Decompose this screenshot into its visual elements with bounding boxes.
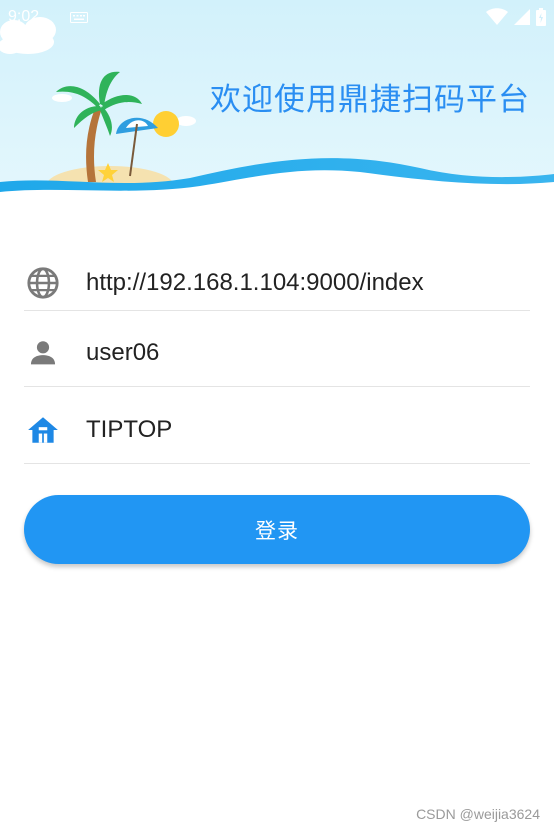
signal-icon — [514, 9, 530, 25]
person-icon — [30, 341, 56, 365]
company-value[interactable]: TIPTOP — [86, 416, 172, 444]
login-screen: 欢迎使用鼎捷扫码平台 9:02 http://192.168.1.104:900… — [0, 0, 554, 831]
keyboard-icon — [70, 12, 88, 23]
battery-icon — [536, 8, 546, 26]
company-field[interactable]: TIPTOP — [24, 396, 530, 464]
login-button-label: 登录 — [255, 519, 299, 543]
watermark: CSDN @weijia3624 — [416, 806, 540, 822]
username-field[interactable]: user06 — [24, 320, 530, 387]
server-url-field[interactable]: http://192.168.1.104:9000/index — [24, 256, 530, 311]
username-value[interactable]: user06 — [86, 339, 159, 367]
wifi-icon — [486, 8, 508, 25]
status-time: 9:02 — [8, 8, 40, 25]
status-bar: 9:02 — [0, 0, 554, 36]
globe-icon — [27, 267, 59, 299]
login-button[interactable]: 登录 — [24, 495, 530, 564]
welcome-title: 欢迎使用鼎捷扫码平台 — [210, 82, 530, 118]
home-icon — [28, 416, 58, 443]
status-icons — [486, 6, 546, 28]
server-url-value[interactable]: http://192.168.1.104:9000/index — [86, 269, 424, 297]
